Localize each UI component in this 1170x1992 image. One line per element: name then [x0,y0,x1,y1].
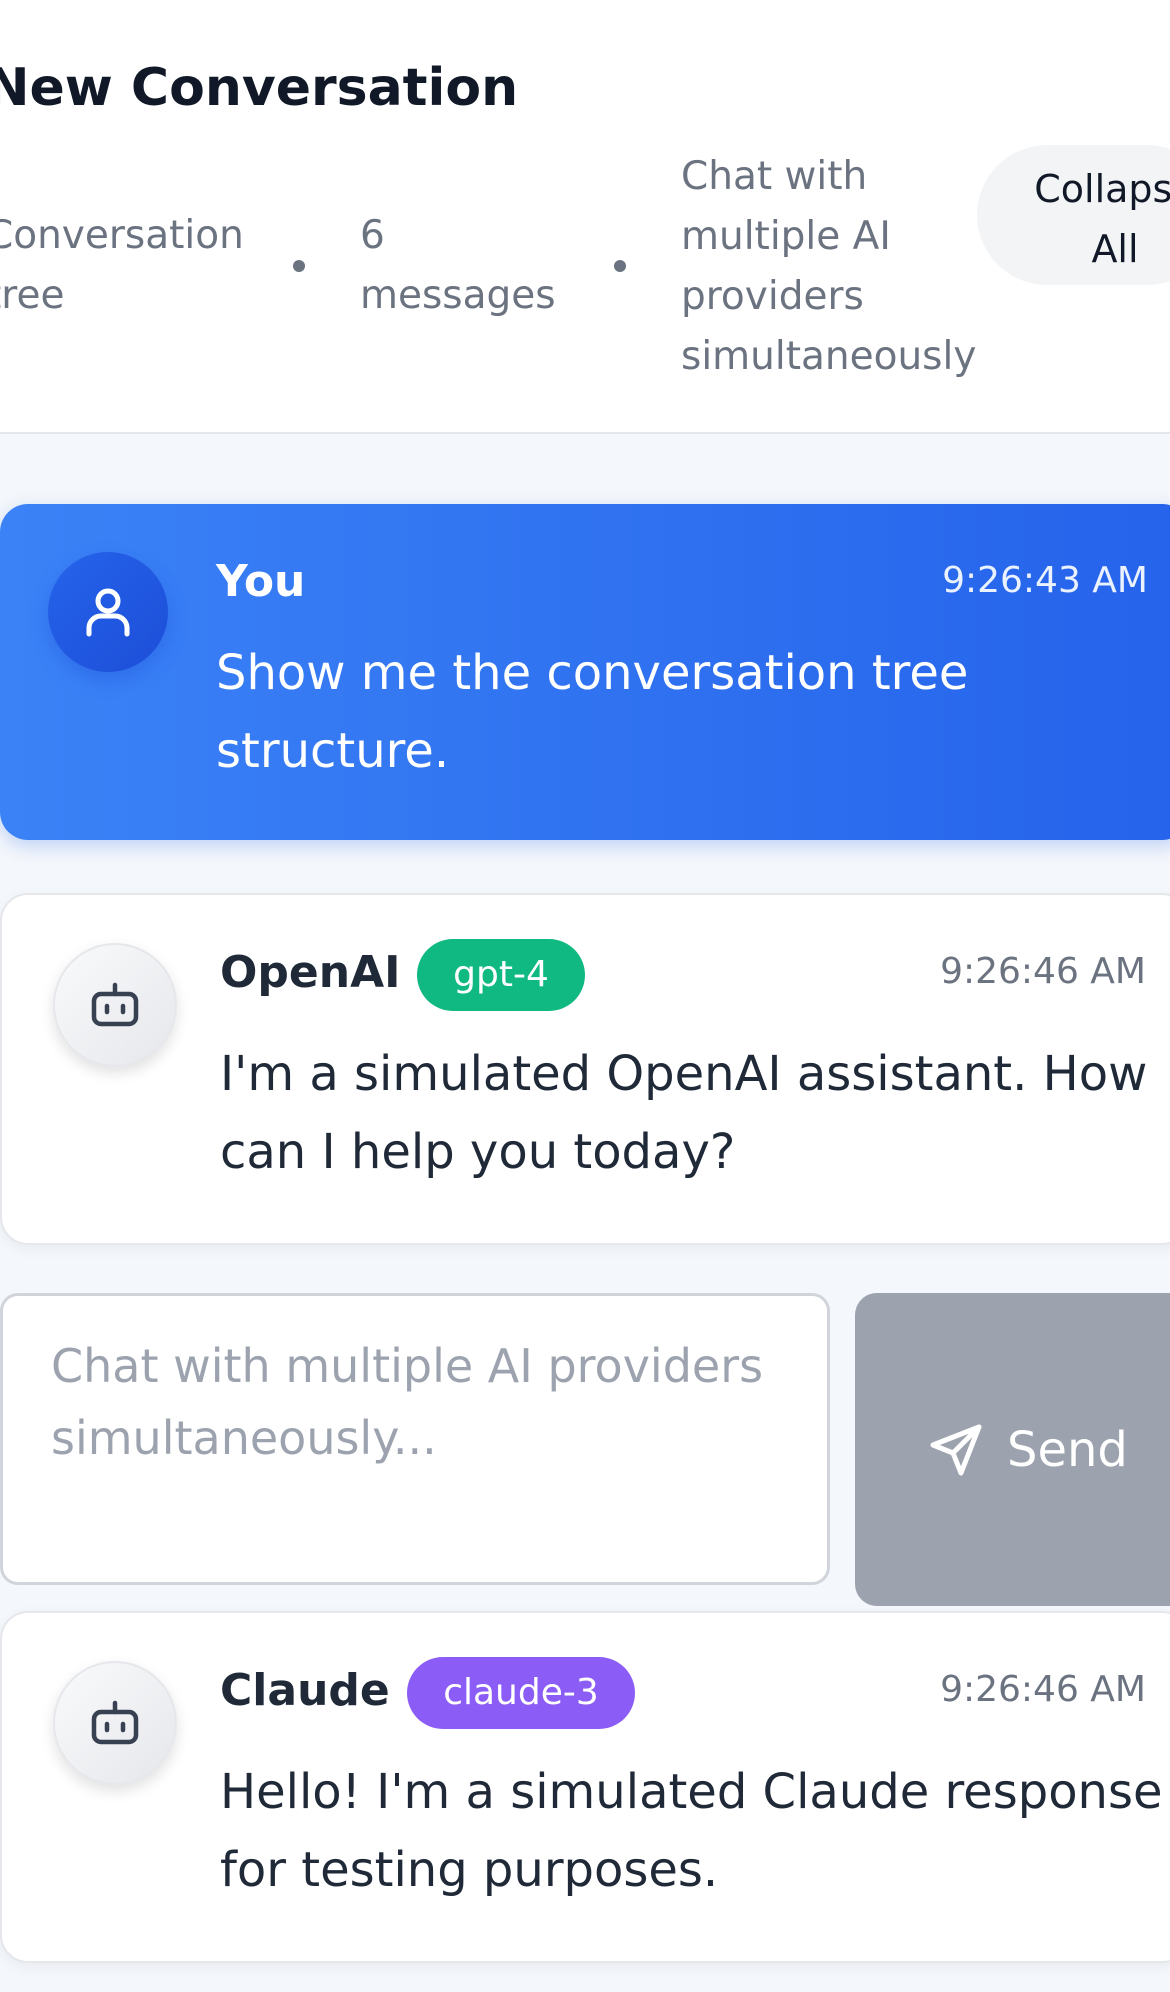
assistant-message-claude: Claude claude-3 9:26:46 AM Hello! I'm a … [0,1611,1170,1963]
sender-name: OpenAI [220,947,401,998]
message-timestamp: 9:26:43 AM [942,560,1148,601]
model-badge: gpt-4 [417,939,585,1011]
user-avatar [48,552,168,672]
send-button[interactable]: Send [855,1293,1170,1606]
send-label: Send [1007,1421,1128,1478]
bot-icon [91,1700,139,1745]
bot-avatar [53,943,177,1067]
sender-name: Claude [220,1665,390,1716]
user-message: You 9:26:43 AM Show me the conversation … [0,504,1170,840]
bot-icon [91,982,139,1027]
assistant-message-openai: OpenAI gpt-4 9:26:46 AM I'm a simulated … [0,893,1170,1245]
separator-dot [293,260,305,272]
header-description: Chat with multiple AI providers simultan… [681,154,977,379]
model-badge: claude-3 [407,1657,635,1729]
message-text: Hello! I'm a simulated Claude response f… [220,1764,1163,1898]
collapse-all-button[interactable]: Collapse All [977,145,1170,285]
page-title: New Conversation [0,58,519,118]
user-icon [86,588,130,637]
separator-dot [614,260,626,272]
message-text: Show me the conversation tree structure. [216,645,969,779]
message-input[interactable] [0,1293,830,1585]
sender-name: You [216,556,306,607]
bot-avatar [53,1661,177,1785]
message-timestamp: 9:26:46 AM [940,1669,1146,1710]
message-timestamp: 9:26:46 AM [940,951,1146,992]
message-text: I'm a simulated OpenAI assistant. How ca… [220,1046,1148,1180]
view-mode-label: Conversation tree [0,213,244,318]
conversation-header: New Conversation Conversation tree 6 mes… [0,0,1170,434]
message-count: 6 messages [360,213,556,318]
send-icon [930,1424,982,1475]
